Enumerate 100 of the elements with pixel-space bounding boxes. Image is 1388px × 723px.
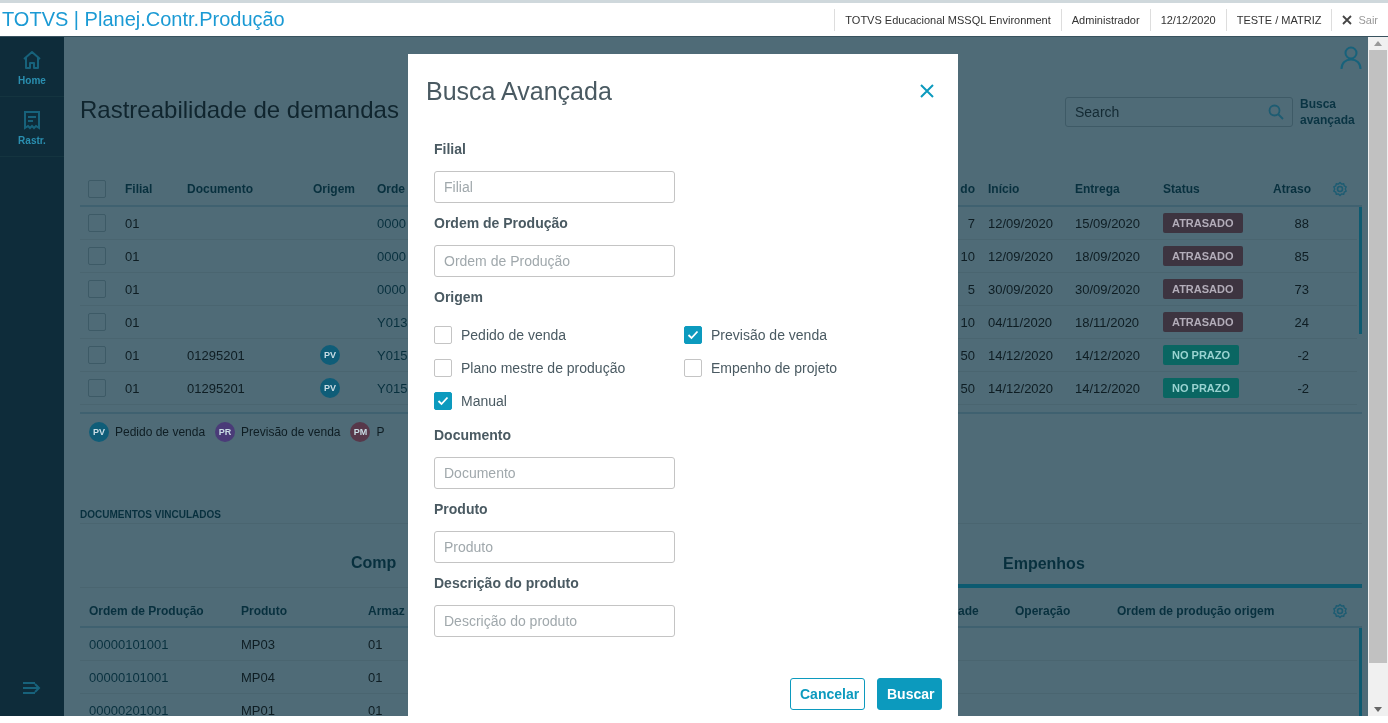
order-link[interactable]: 00000201001 xyxy=(89,702,241,716)
checkbox[interactable] xyxy=(684,325,702,344)
checkbox[interactable] xyxy=(434,391,452,410)
advanced-search-link[interactable]: Busca avançada xyxy=(1300,96,1356,128)
input-field[interactable]: Produto xyxy=(434,531,675,563)
tab[interactable]: Empenhos xyxy=(958,555,1362,588)
table-cell-text: MP04 xyxy=(241,669,276,685)
column-header[interactable]: Entrega xyxy=(1075,181,1163,196)
collapse-menu-icon[interactable] xyxy=(22,680,42,696)
table-cell-text: 18/09/2020 xyxy=(1075,248,1142,264)
checkbox[interactable] xyxy=(684,358,702,377)
search-icon[interactable] xyxy=(1268,104,1284,120)
table-cell-text: 01 xyxy=(125,347,141,363)
search-field[interactable]: Search xyxy=(1065,97,1293,127)
cancel-button[interactable]: Cancelar xyxy=(790,678,865,710)
table-cell-text: 88 xyxy=(1293,215,1309,231)
checkbox-label: Plano mestre de produção xyxy=(461,359,626,376)
checkbox[interactable] xyxy=(434,358,452,377)
settings-icon[interactable] xyxy=(1332,180,1348,197)
document-icon xyxy=(21,109,43,131)
scroll-indicator[interactable] xyxy=(1359,207,1362,334)
column-header[interactable]: Filial xyxy=(125,181,187,196)
checkbox[interactable] xyxy=(434,325,452,344)
input-field[interactable]: Documento xyxy=(434,457,675,489)
order-link[interactable]: Y015 xyxy=(377,347,408,363)
order-link[interactable]: Y013 xyxy=(377,314,408,330)
table-cell-text: 14/12/2020 xyxy=(1075,347,1142,363)
header-info: 12/12/2020 xyxy=(1149,8,1226,31)
input-field[interactable]: Descrição do produto xyxy=(434,605,675,637)
checkbox-label: Previsão de venda xyxy=(711,326,827,343)
column-header[interactable]: Armaz xyxy=(368,604,405,618)
column-header[interactable]: do xyxy=(958,181,975,196)
close-icon xyxy=(920,84,934,98)
table-cell-text: 30/09/2020 xyxy=(1075,281,1142,297)
scrollbar-thumb[interactable] xyxy=(1369,50,1387,663)
checkmark-icon xyxy=(437,395,449,406)
table-cell-text: 50 xyxy=(959,347,975,363)
column-header[interactable]: Origem xyxy=(313,181,377,196)
order-link[interactable]: 0000 xyxy=(377,248,406,264)
input-field[interactable]: Ordem de Produção xyxy=(434,245,675,277)
table-cell-text: -2 xyxy=(1296,380,1309,396)
user-icon[interactable] xyxy=(1340,46,1362,70)
dialog-title: Busca Avançada xyxy=(426,76,612,106)
table-cell-text: 15/09/2020 xyxy=(1075,215,1142,231)
checkmark-icon xyxy=(687,329,699,340)
status-badge: NO PRAZO xyxy=(1163,378,1240,398)
order-link[interactable]: 0000 xyxy=(377,281,406,297)
table-cell-text: 24 xyxy=(1293,314,1309,330)
status-badge: ATRASADO xyxy=(1163,312,1243,332)
table-cell-text: 01 xyxy=(125,314,141,330)
field-label: Descrição do produto xyxy=(434,574,580,593)
table-cell-text: MP01 xyxy=(241,702,276,716)
table-cell-text: 10 xyxy=(959,248,975,264)
scroll-indicator[interactable] xyxy=(1359,628,1362,716)
tab[interactable]: Comp xyxy=(351,554,397,587)
close-button[interactable] xyxy=(918,82,936,100)
table-cell-text: 01 xyxy=(125,248,141,264)
logout-button[interactable]: Sair xyxy=(1331,8,1388,31)
checkbox-label: Empenho de projeto xyxy=(711,359,838,376)
column-header[interactable]: Ordem de produção origem xyxy=(1117,604,1275,618)
table-cell-text: 7 xyxy=(966,215,975,231)
checkbox-label: Manual xyxy=(461,392,507,409)
column-header[interactable]: ade xyxy=(958,604,980,618)
column-header[interactable]: Atraso xyxy=(1273,181,1315,196)
header-info: TESTE / MATRIZ xyxy=(1225,8,1332,31)
scrollbar[interactable] xyxy=(1368,37,1388,716)
table-cell-text: 04/11/2020 xyxy=(988,314,1054,330)
table-cell-text: 5 xyxy=(966,281,975,297)
table-cell-text: 30/09/2020 xyxy=(988,281,1055,297)
table-cell-text: MP03 xyxy=(241,636,276,652)
order-link[interactable]: 00000101001 xyxy=(89,636,241,652)
search-button[interactable]: Buscar xyxy=(877,678,942,710)
field-label: Ordem de Produção xyxy=(434,214,569,233)
column-header[interactable]: Operação xyxy=(1015,604,1117,618)
order-link[interactable]: 0000 xyxy=(377,215,406,231)
field-label: Filial xyxy=(434,140,467,159)
column-header[interactable]: Status xyxy=(1163,181,1273,196)
column-header[interactable]: Orde xyxy=(377,181,405,196)
settings-icon[interactable] xyxy=(1332,603,1348,619)
input-field[interactable]: Filial xyxy=(434,171,675,203)
scroll-up-icon[interactable] xyxy=(1374,41,1382,46)
table-cell-text: 01 xyxy=(125,215,141,231)
header-info: TOTVS Educacional MSSQL Environment xyxy=(834,8,1061,31)
column-header[interactable]: Início xyxy=(988,181,1075,196)
origin-badge: PV xyxy=(320,378,340,398)
app-title: TOTVS | Planej.Contr.Produção xyxy=(1,8,285,31)
column-header[interactable]: Produto xyxy=(241,604,368,618)
legend-label: P xyxy=(376,425,385,439)
column-header[interactable]: Documento xyxy=(187,181,313,196)
checkbox-label: Pedido de venda xyxy=(461,326,567,343)
order-link[interactable]: Y015 xyxy=(377,380,408,396)
origin-badge: PR xyxy=(215,422,236,442)
table-cell-text: 12/09/2020 xyxy=(988,215,1055,231)
table-cell-text: 50 xyxy=(959,380,975,396)
table-cell-text: 10 xyxy=(959,314,975,330)
scroll-down-icon[interactable] xyxy=(1374,707,1382,712)
table-cell-text: 73 xyxy=(1293,281,1309,297)
order-link[interactable]: 00000101001 xyxy=(89,669,241,685)
column-header[interactable]: Ordem de Produção xyxy=(89,604,241,618)
table-cell: 01 xyxy=(368,702,383,716)
